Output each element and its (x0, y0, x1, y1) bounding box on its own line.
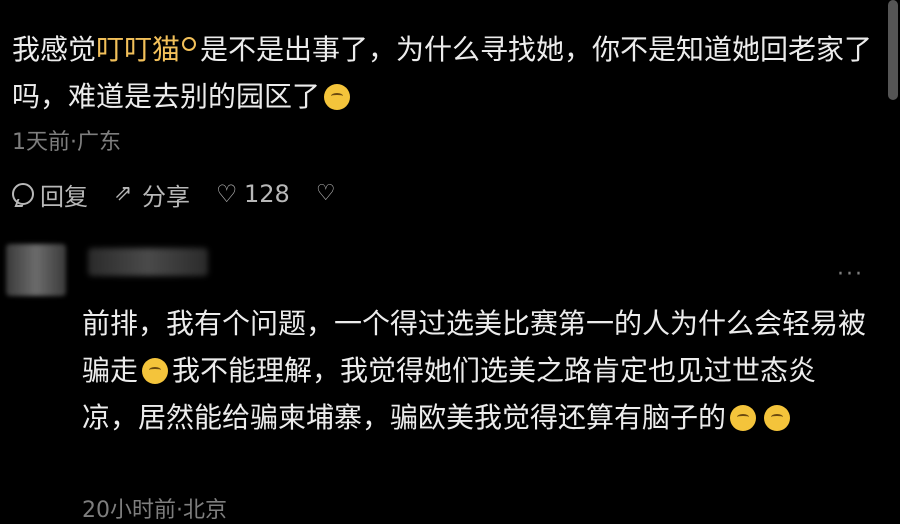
comment-text-part: 我感觉 (12, 33, 97, 66)
avatar[interactable] (6, 244, 66, 296)
comment-actions: 回复 ⇗ 分享 ♡ 128 ♡ (12, 177, 338, 212)
reply-button[interactable]: 回复 (12, 177, 88, 212)
laughing-face-emoji-icon (730, 405, 757, 431)
reply-label: 回复 (40, 182, 88, 211)
thinking-face-emoji-icon (324, 84, 351, 110)
share-icon: ⇗ (114, 181, 133, 206)
dislike-button[interactable]: ♡ (316, 183, 338, 205)
reply-icon (12, 183, 34, 205)
mention-label: 叮叮猫 (96, 33, 181, 66)
comment-text-part: 我不能理解，我觉得她们选美之路肯定也见过世态炎凉，居然能给骗柬埔寨，骗欧美我觉得… (82, 354, 817, 434)
like-button[interactable]: ♡ 128 (216, 180, 290, 208)
more-options-button[interactable]: ··· (837, 262, 864, 287)
broken-heart-icon: ♡ (315, 181, 336, 206)
comment-meta: 1天前·广东 (12, 130, 121, 155)
search-icon (182, 37, 197, 51)
comment-text: 我感觉叮叮猫 是不是出事了，为什么寻找她，你不是知道她回老家了吗，难道是去别的园区… (12, 26, 884, 120)
mention-link[interactable]: 叮叮猫 (96, 33, 200, 66)
username[interactable] (88, 248, 208, 276)
heart-icon: ♡ (216, 180, 238, 208)
share-button[interactable]: ⇗ 分享 (114, 177, 190, 212)
comment-text: 前排，我有个问题，一个得过选美比赛第一的人为什么会轻易被骗走 我不能理解，我觉得她… (82, 300, 872, 441)
scrollbar[interactable] (888, 0, 898, 100)
crying-face-emoji-icon (142, 358, 169, 384)
comment-meta: 20小时前·北京 (82, 498, 227, 523)
share-label: 分享 (142, 182, 190, 211)
laughing-face-emoji-icon (764, 405, 791, 431)
like-count: 128 (244, 180, 290, 208)
